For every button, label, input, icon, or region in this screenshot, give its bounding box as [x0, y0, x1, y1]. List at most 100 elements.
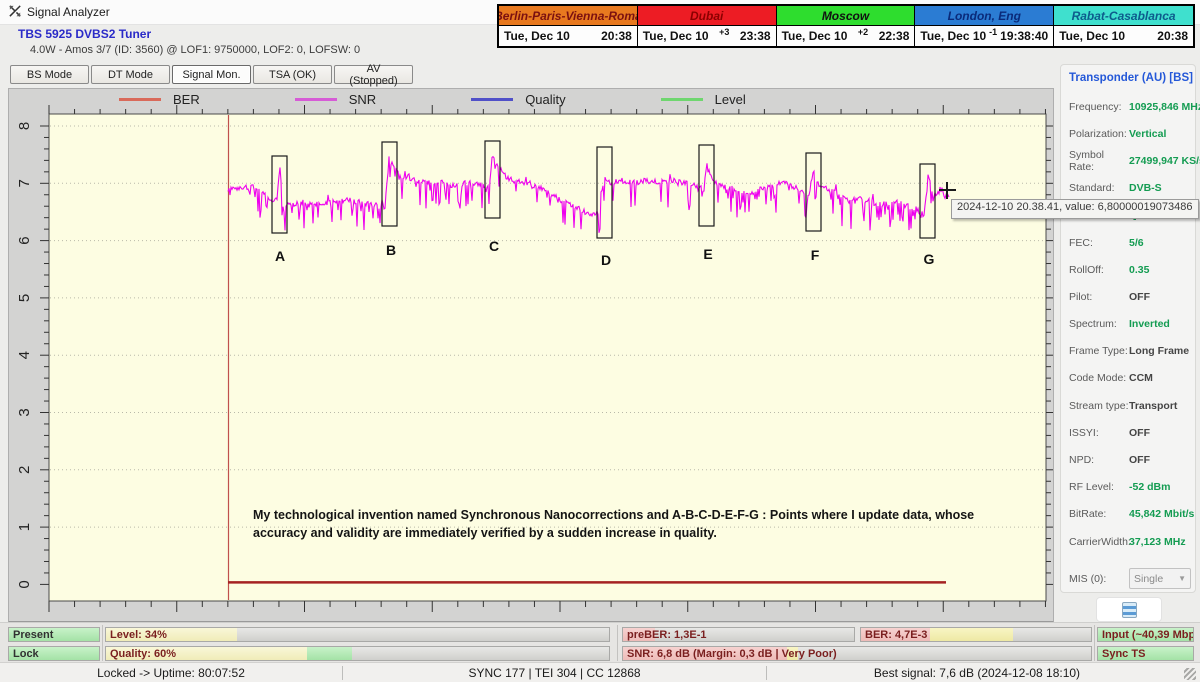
clock-date: Tue, Dec 10	[782, 29, 848, 43]
mis-row: MIS (0): Single ▼	[1069, 565, 1195, 592]
transponder-row-label: Pilot:	[1069, 291, 1129, 303]
signal-analyzer-window: Signal Analyzer Berlin-Paris-Vienna-Roma…	[0, 0, 1200, 682]
bar-label: Lock	[13, 648, 39, 660]
transponder-row: RF Level:-52 dBm	[1069, 474, 1195, 501]
indicator-bar-preber: preBER: 1,3E-1	[622, 627, 855, 642]
transponder-row-label: Frame Type:	[1069, 345, 1129, 357]
annotation-line-1: My technological invention named Synchro…	[253, 506, 1013, 524]
transponder-row-value: 5/6	[1129, 237, 1144, 249]
clock-city-header: Rabat-Casablanca	[1054, 6, 1193, 26]
transponder-row-value: CCM	[1129, 372, 1153, 384]
transponder-row-value: OFF	[1129, 291, 1150, 303]
capture-list-button[interactable]	[1096, 597, 1162, 622]
transponder-row: FEC:5/6	[1069, 229, 1195, 256]
clock-time: 20:38	[601, 29, 632, 43]
clock-datetime-cell: Tue, Dec 1020:38	[499, 26, 638, 46]
transponder-panel: Transponder (AU) [BS] Frequency:10925,84…	[1060, 64, 1196, 593]
transponder-row-value: OFF	[1129, 454, 1150, 466]
tuner-name: TBS 5925 DVBS2 Tuner	[18, 27, 151, 41]
marker-label-B: B	[386, 242, 396, 258]
annotation-line-2: accuracy and validity are immediately ve…	[253, 524, 1013, 542]
status-sync-counters: SYNC 177 | TEI 304 | CC 12868	[342, 666, 766, 680]
indicator-bar-snr: SNR: 6,8 dB (Margin: 0,3 dB | Very Poor)	[622, 646, 1092, 661]
tab-bs-mode[interactable]: BS Mode	[10, 65, 89, 84]
indicator-bar-present: Present	[8, 627, 100, 642]
clock-datetime-cell: Tue, Dec 10-119:38:40	[915, 26, 1054, 46]
tab-av-stopped[interactable]: AV (Stopped)	[334, 65, 413, 84]
mis-select[interactable]: Single ▼	[1129, 568, 1191, 589]
transponder-row: Polarization:Vertical	[1069, 120, 1195, 147]
transponder-row-value: 0.35	[1129, 264, 1149, 276]
transponder-row-label: CarrierWidth:	[1069, 536, 1129, 548]
world-clocks-table: Berlin-Paris-Vienna-RomaDubaiMoscowLondo…	[497, 4, 1195, 48]
clock-city-header: Moscow	[777, 6, 916, 26]
tuner-details: 4.0W - Amos 3/7 (ID: 3560) @ LOF1: 97500…	[30, 44, 360, 56]
bars-separator	[102, 625, 103, 661]
indicator-bar-quality: Quality: 60%	[105, 646, 610, 661]
clock-datetime-cell: Tue, Dec 10 20:38	[1054, 26, 1193, 46]
transponder-row-label: RollOff:	[1069, 264, 1129, 276]
transponder-row-value: 45,842 Mbit/s	[1129, 508, 1194, 520]
clock-time: 22:38	[879, 29, 910, 43]
transponder-row: Pilot:OFF	[1069, 283, 1195, 310]
transponder-row: ISSYI:OFF	[1069, 419, 1195, 446]
mode-tabs: BS ModeDT ModeSignal Mon.TSA (OK)AV (Sto…	[10, 65, 413, 85]
datapoint-tooltip: 2024-12-10 20.38.41, value: 6,8000001907…	[951, 199, 1199, 219]
transponder-row: BitRate:45,842 Mbit/s	[1069, 501, 1195, 528]
chart-annotation-text: My technological invention named Synchro…	[253, 506, 1013, 542]
transponder-row-value: 27499,947 KS/s	[1129, 155, 1200, 167]
transponder-row-label: Standard:	[1069, 182, 1129, 194]
tab-signal-mon[interactable]: Signal Mon.	[172, 65, 251, 84]
clock-city-header: Dubai	[638, 6, 777, 26]
clock-utc-offset: +3	[709, 27, 740, 37]
y-axis-label: 6	[16, 236, 33, 244]
marker-label-G: G	[924, 251, 935, 267]
bar-label: Quality: 60%	[110, 648, 176, 660]
clock-utc-offset: +2	[847, 27, 878, 37]
transponder-row: NPD:OFF	[1069, 446, 1195, 473]
transponder-row-value: DVB-S	[1129, 182, 1162, 194]
bar-label: Present	[13, 629, 53, 641]
transponder-row: CarrierWidth:37,123 MHz	[1069, 528, 1195, 555]
clock-date: Tue, Dec 10	[1059, 29, 1125, 43]
transponder-panel-title: Transponder (AU) [BS]	[1069, 72, 1195, 84]
transponder-row-label: Symbol Rate:	[1069, 149, 1129, 173]
transponder-row-label: Code Mode:	[1069, 372, 1129, 384]
y-axis-label: 7	[16, 179, 33, 187]
tab-tsa-ok[interactable]: TSA (OK)	[253, 65, 332, 84]
clock-time: 19:38:40	[1000, 29, 1048, 43]
clock-time: 23:38	[740, 29, 771, 43]
resize-grip[interactable]	[1184, 668, 1196, 680]
signal-chart-widget[interactable]: BERSNRQualityLevel 876543210ABCDEFG My t…	[8, 88, 1054, 623]
marker-label-E: E	[703, 246, 712, 262]
transponder-row: Standard:DVB-S	[1069, 175, 1195, 202]
marker-label-F: F	[811, 247, 820, 263]
bar-label: BER: 4,7E-3	[865, 629, 927, 641]
chevron-down-icon: ▼	[1178, 574, 1186, 583]
bars-separator	[1094, 625, 1095, 661]
transponder-row-label: Spectrum:	[1069, 318, 1129, 330]
y-axis-label: 2	[16, 466, 33, 474]
indicator-bar-syncts: Sync TS	[1097, 646, 1194, 661]
y-axis-label: 8	[16, 122, 33, 130]
transponder-row: Spectrum:Inverted	[1069, 311, 1195, 338]
clock-time: 20:38	[1157, 29, 1188, 43]
status-best-signal: Best signal: 7,6 dB (2024-12-08 18:10)	[766, 666, 1187, 680]
clock-datetime-cell: Tue, Dec 10+323:38	[638, 26, 777, 46]
indicator-bar-level: Level: 34%	[105, 627, 610, 642]
transponder-row-value: Long Frame	[1129, 345, 1189, 357]
transponder-row: Frame Type:Long Frame	[1069, 338, 1195, 365]
marker-label-A: A	[275, 248, 285, 264]
transponder-row-value: -52 dBm	[1129, 481, 1170, 493]
transponder-row: RollOff:0.35	[1069, 256, 1195, 283]
status-lock-uptime: Locked -> Uptime: 80:07:52	[0, 666, 342, 680]
indicator-bar-ber: BER: 4,7E-3	[860, 627, 1092, 642]
transponder-row: Stream type:Transport	[1069, 392, 1195, 419]
transponder-row-value: OFF	[1129, 427, 1150, 439]
marker-label-D: D	[601, 252, 611, 268]
y-axis-label: 3	[16, 408, 33, 416]
clock-date: Tue, Dec 10	[643, 29, 709, 43]
transponder-row-label: BitRate:	[1069, 508, 1129, 520]
crosshair-cursor-icon	[939, 182, 956, 199]
tab-dt-mode[interactable]: DT Mode	[91, 65, 170, 84]
